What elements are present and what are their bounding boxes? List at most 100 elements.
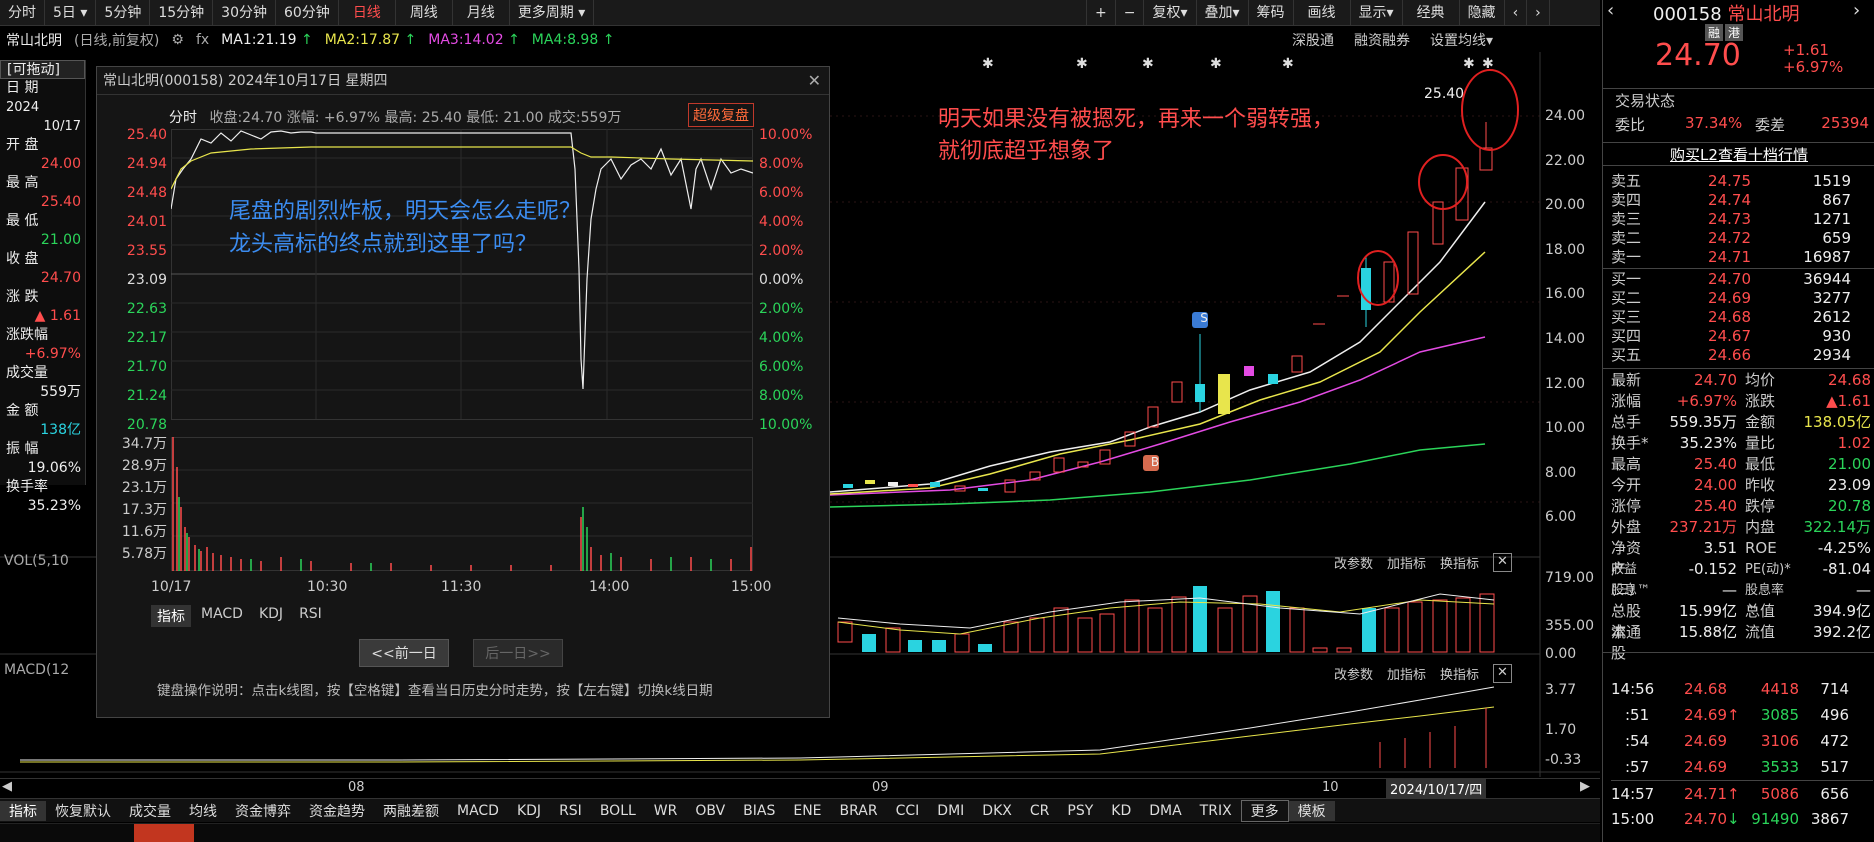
period-tab[interactable]: 周线	[396, 0, 453, 26]
sell-row[interactable]: 卖二 24.72 659	[1611, 229, 1869, 248]
add-indicator-button[interactable]: 加指标	[1387, 664, 1426, 683]
tab-bias[interactable]: BIAS	[734, 803, 784, 819]
period-tab[interactable]: 更多周期 ▾	[510, 0, 595, 26]
tab-dkx[interactable]: DKX	[973, 803, 1021, 819]
open-label: 开 盘	[6, 137, 39, 153]
popup-tab-rsi[interactable]: RSI	[293, 605, 328, 627]
tab-trix[interactable]: TRIX	[1191, 803, 1241, 819]
buy-row[interactable]: 买二 24.69 3277	[1611, 289, 1869, 308]
intraday-price-chart[interactable]	[171, 129, 753, 429]
close-icon[interactable]: ✕	[1493, 553, 1512, 572]
sell-book: 卖五 24.75 1519 卖四 24.74 867 卖三 24.73 1271 卖二 24.…	[1611, 172, 1869, 267]
next-day-button[interactable]: 后一日>>	[473, 639, 563, 667]
tab-more[interactable]: 更多	[1240, 799, 1289, 822]
period-tab[interactable]: 30分钟	[213, 0, 276, 26]
popup-tab-indicator[interactable]: 指标	[151, 605, 191, 627]
tab-fund-game[interactable]: 资金博弈	[226, 801, 300, 821]
scroll-left-icon[interactable]: ◀	[2, 779, 12, 794]
sell-row[interactable]: 卖一 24.71 16987	[1611, 248, 1869, 267]
add-indicator-button[interactable]: 加指标	[1387, 553, 1426, 572]
classic-button[interactable]: 经典	[1403, 0, 1460, 26]
quote-panel: ‹ 000158 常山北明 › 融 港 24.70 +1.61 +6.97% 交…	[1602, 0, 1874, 842]
event-marker[interactable]: ✱	[1076, 56, 1088, 72]
event-marker[interactable]: ✱	[982, 56, 994, 72]
tab-volume[interactable]: 成交量	[120, 801, 180, 821]
buy-row[interactable]: 买一 24.70 36944	[1611, 270, 1869, 289]
stock-desc: (日线,前复权)	[74, 33, 160, 49]
buy-row[interactable]: 买四 24.67 930	[1611, 327, 1869, 346]
close-icon[interactable]: ✕	[1493, 664, 1512, 683]
tab-rsi[interactable]: RSI	[550, 803, 591, 819]
tab-kdj[interactable]: KDJ	[508, 803, 550, 819]
tab-cci[interactable]: CCI	[887, 803, 929, 819]
event-marker[interactable]: ✱	[1282, 56, 1294, 72]
period-tab-active[interactable]: 日线	[339, 0, 396, 26]
high-value: 25.40	[40, 194, 81, 210]
fx-button[interactable]: fx	[196, 32, 209, 48]
hk-connect-link[interactable]: 深股通	[1292, 30, 1334, 50]
drag-handle[interactable]: [可拖动]	[0, 60, 85, 79]
tab-kd[interactable]: KD	[1102, 803, 1140, 819]
chevron-left-icon[interactable]: ‹	[1505, 0, 1528, 26]
period-tab[interactable]: 分时	[0, 0, 45, 26]
sell-row[interactable]: 卖四 24.74 867	[1611, 191, 1869, 210]
tab-fund-trend[interactable]: 资金趋势	[300, 801, 374, 821]
intraday-popup[interactable]: 常山北明(000158) 2024年10月17日 星期四 ✕ 分时 收盘:24.…	[96, 66, 830, 718]
chips-button[interactable]: 筹码	[1249, 0, 1294, 26]
tab-obv[interactable]: OBV	[686, 803, 734, 819]
adjust-button[interactable]: 复权▾	[1144, 0, 1197, 26]
tab-macd[interactable]: MACD	[448, 803, 508, 819]
tab-ene[interactable]: ENE	[784, 803, 830, 819]
tab-reset[interactable]: 恢复默认	[46, 801, 120, 821]
super-replay-button[interactable]: 超级复盘	[688, 103, 754, 127]
tab-margin-diff[interactable]: 两融差额	[374, 801, 448, 821]
ma-settings-link[interactable]: 设置均线▾	[1430, 30, 1493, 50]
tab-cr[interactable]: CR	[1021, 803, 1059, 819]
tick-list[interactable]: 14:56 24.68 4418 714 :51 24.69 ↑ 3085 496 :54 24…	[1611, 676, 1873, 832]
sell-row[interactable]: 卖五 24.75 1519	[1611, 172, 1869, 191]
draw-line-button[interactable]: 画线	[1294, 0, 1351, 26]
event-marker[interactable]: ✱	[1210, 56, 1222, 72]
period-tab[interactable]: 5日 ▾	[45, 0, 97, 26]
switch-indicator-button[interactable]: 换指标	[1440, 664, 1479, 683]
overlay-button[interactable]: 叠加▾	[1197, 0, 1249, 26]
tab-ma[interactable]: 均线	[180, 801, 226, 821]
tab-template[interactable]: 模板	[1288, 800, 1335, 821]
period-tab[interactable]: 60分钟	[276, 0, 339, 26]
chevron-right-icon[interactable]: ›	[1527, 0, 1550, 26]
tab-dmi[interactable]: DMI	[928, 803, 973, 819]
switch-indicator-button[interactable]: 换指标	[1440, 553, 1479, 572]
margin-link[interactable]: 融资融券	[1354, 30, 1410, 50]
gear-icon[interactable]: ⚙	[171, 32, 184, 48]
popup-title[interactable]: 常山北明(000158) 2024年10月17日 星期四	[97, 67, 829, 95]
tab-wr[interactable]: WR	[645, 803, 687, 819]
edit-params-button[interactable]: 改参数	[1334, 664, 1373, 683]
scroll-right-icon[interactable]: ▶	[1580, 779, 1590, 794]
sell-row[interactable]: 卖三 24.73 1271	[1611, 210, 1869, 229]
period-tab[interactable]: 月线	[453, 0, 510, 26]
tab-dma[interactable]: DMA	[1140, 803, 1190, 819]
edit-params-button[interactable]: 改参数	[1334, 553, 1373, 572]
back-icon[interactable]: ‹	[1607, 0, 1614, 21]
display-button[interactable]: 显示▾	[1351, 0, 1403, 26]
tab-boll[interactable]: BOLL	[591, 803, 645, 819]
zoom-out-icon[interactable]: −	[1116, 0, 1145, 26]
tab-indicator[interactable]: 指标	[0, 800, 46, 821]
cursor-data-panel[interactable]: [可拖动] 日 期 2024 10/17 开 盘 24.00 最 高 25.40…	[0, 60, 86, 514]
tab-brar[interactable]: BRAR	[831, 803, 887, 819]
tab-psy[interactable]: PSY	[1058, 803, 1102, 819]
period-tab[interactable]: 5分钟	[96, 0, 151, 26]
l2-link[interactable]: 购买L2查看十档行情	[1603, 142, 1874, 166]
event-marker[interactable]: ✱	[1463, 56, 1475, 72]
popup-tab-macd[interactable]: MACD	[195, 605, 249, 627]
zoom-in-icon[interactable]: +	[1086, 0, 1116, 26]
buy-row[interactable]: 买五 24.66 2934	[1611, 346, 1869, 365]
buy-row[interactable]: 买三 24.68 2612	[1611, 308, 1869, 327]
hide-button[interactable]: 隐藏	[1460, 0, 1505, 26]
close-icon[interactable]: ✕	[808, 71, 821, 90]
period-tab[interactable]: 15分钟	[150, 0, 214, 26]
event-marker[interactable]: ✱	[1142, 56, 1154, 72]
popup-tab-kdj[interactable]: KDJ	[253, 605, 289, 627]
prev-day-button[interactable]: <<前一日	[359, 639, 449, 667]
forward-icon[interactable]: ›	[1853, 0, 1860, 21]
